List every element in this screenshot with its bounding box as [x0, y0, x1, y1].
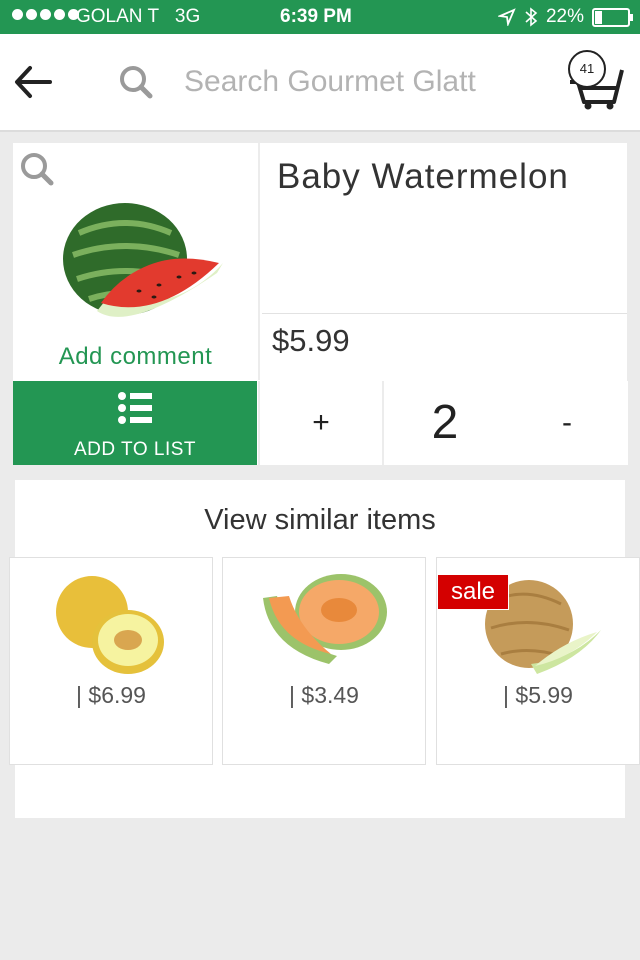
- honeydew-melon-image: [56, 576, 164, 674]
- add-comment-link[interactable]: Add comment: [13, 343, 258, 371]
- bluetooth-icon: [525, 7, 538, 27]
- similar-item-card[interactable]: | $3.49: [222, 557, 426, 765]
- quantity-increase-button[interactable]: +: [258, 381, 382, 465]
- zoom-icon[interactable]: [19, 151, 55, 187]
- similar-item-card[interactable]: | $6.99: [9, 557, 213, 765]
- back-arrow-icon[interactable]: [12, 62, 54, 102]
- watermelon-image[interactable]: [59, 193, 229, 338]
- similar-item-price: | $6.99: [76, 682, 146, 708]
- location-arrow-icon: [497, 8, 516, 26]
- signal-dots-icon: [12, 9, 79, 20]
- battery-percent: 22%: [545, 6, 584, 27]
- top-bar: 41: [0, 34, 640, 132]
- status-bar: GOLAN T 3G 6:39 PM 22%: [0, 0, 640, 34]
- product-title: Baby Watermelon: [277, 157, 569, 196]
- cantaloupe-image: [263, 574, 387, 664]
- network-label: 3G: [174, 6, 201, 27]
- similar-item-card[interactable]: sale | $5.99: [436, 557, 640, 765]
- quantity-value: 2: [382, 381, 508, 465]
- battery-icon: [592, 7, 633, 27]
- search-input[interactable]: [184, 62, 524, 102]
- similar-item-price: | $5.99: [503, 682, 573, 708]
- product-image-area: Add comment: [13, 143, 260, 380]
- search-icon: [120, 66, 153, 99]
- list-icon: [118, 392, 152, 424]
- clock: 6:39 PM: [280, 6, 352, 27]
- cart-count-badge[interactable]: 41: [568, 50, 606, 88]
- product-card: Add comment Baby Watermelon $5.99 ADD TO…: [13, 143, 628, 465]
- product-price: $5.99: [272, 323, 350, 358]
- add-to-list-button[interactable]: ADD TO LIST: [13, 381, 257, 465]
- add-to-list-label: ADD TO LIST: [74, 439, 196, 460]
- divider: [262, 313, 627, 314]
- sale-badge: sale: [437, 574, 509, 610]
- similar-item-price: | $3.49: [289, 682, 359, 708]
- similar-items-title: View similar items: [204, 504, 436, 536]
- quantity-decrease-button[interactable]: -: [506, 381, 628, 465]
- carrier-label: GOLAN T 3G: [76, 6, 201, 27]
